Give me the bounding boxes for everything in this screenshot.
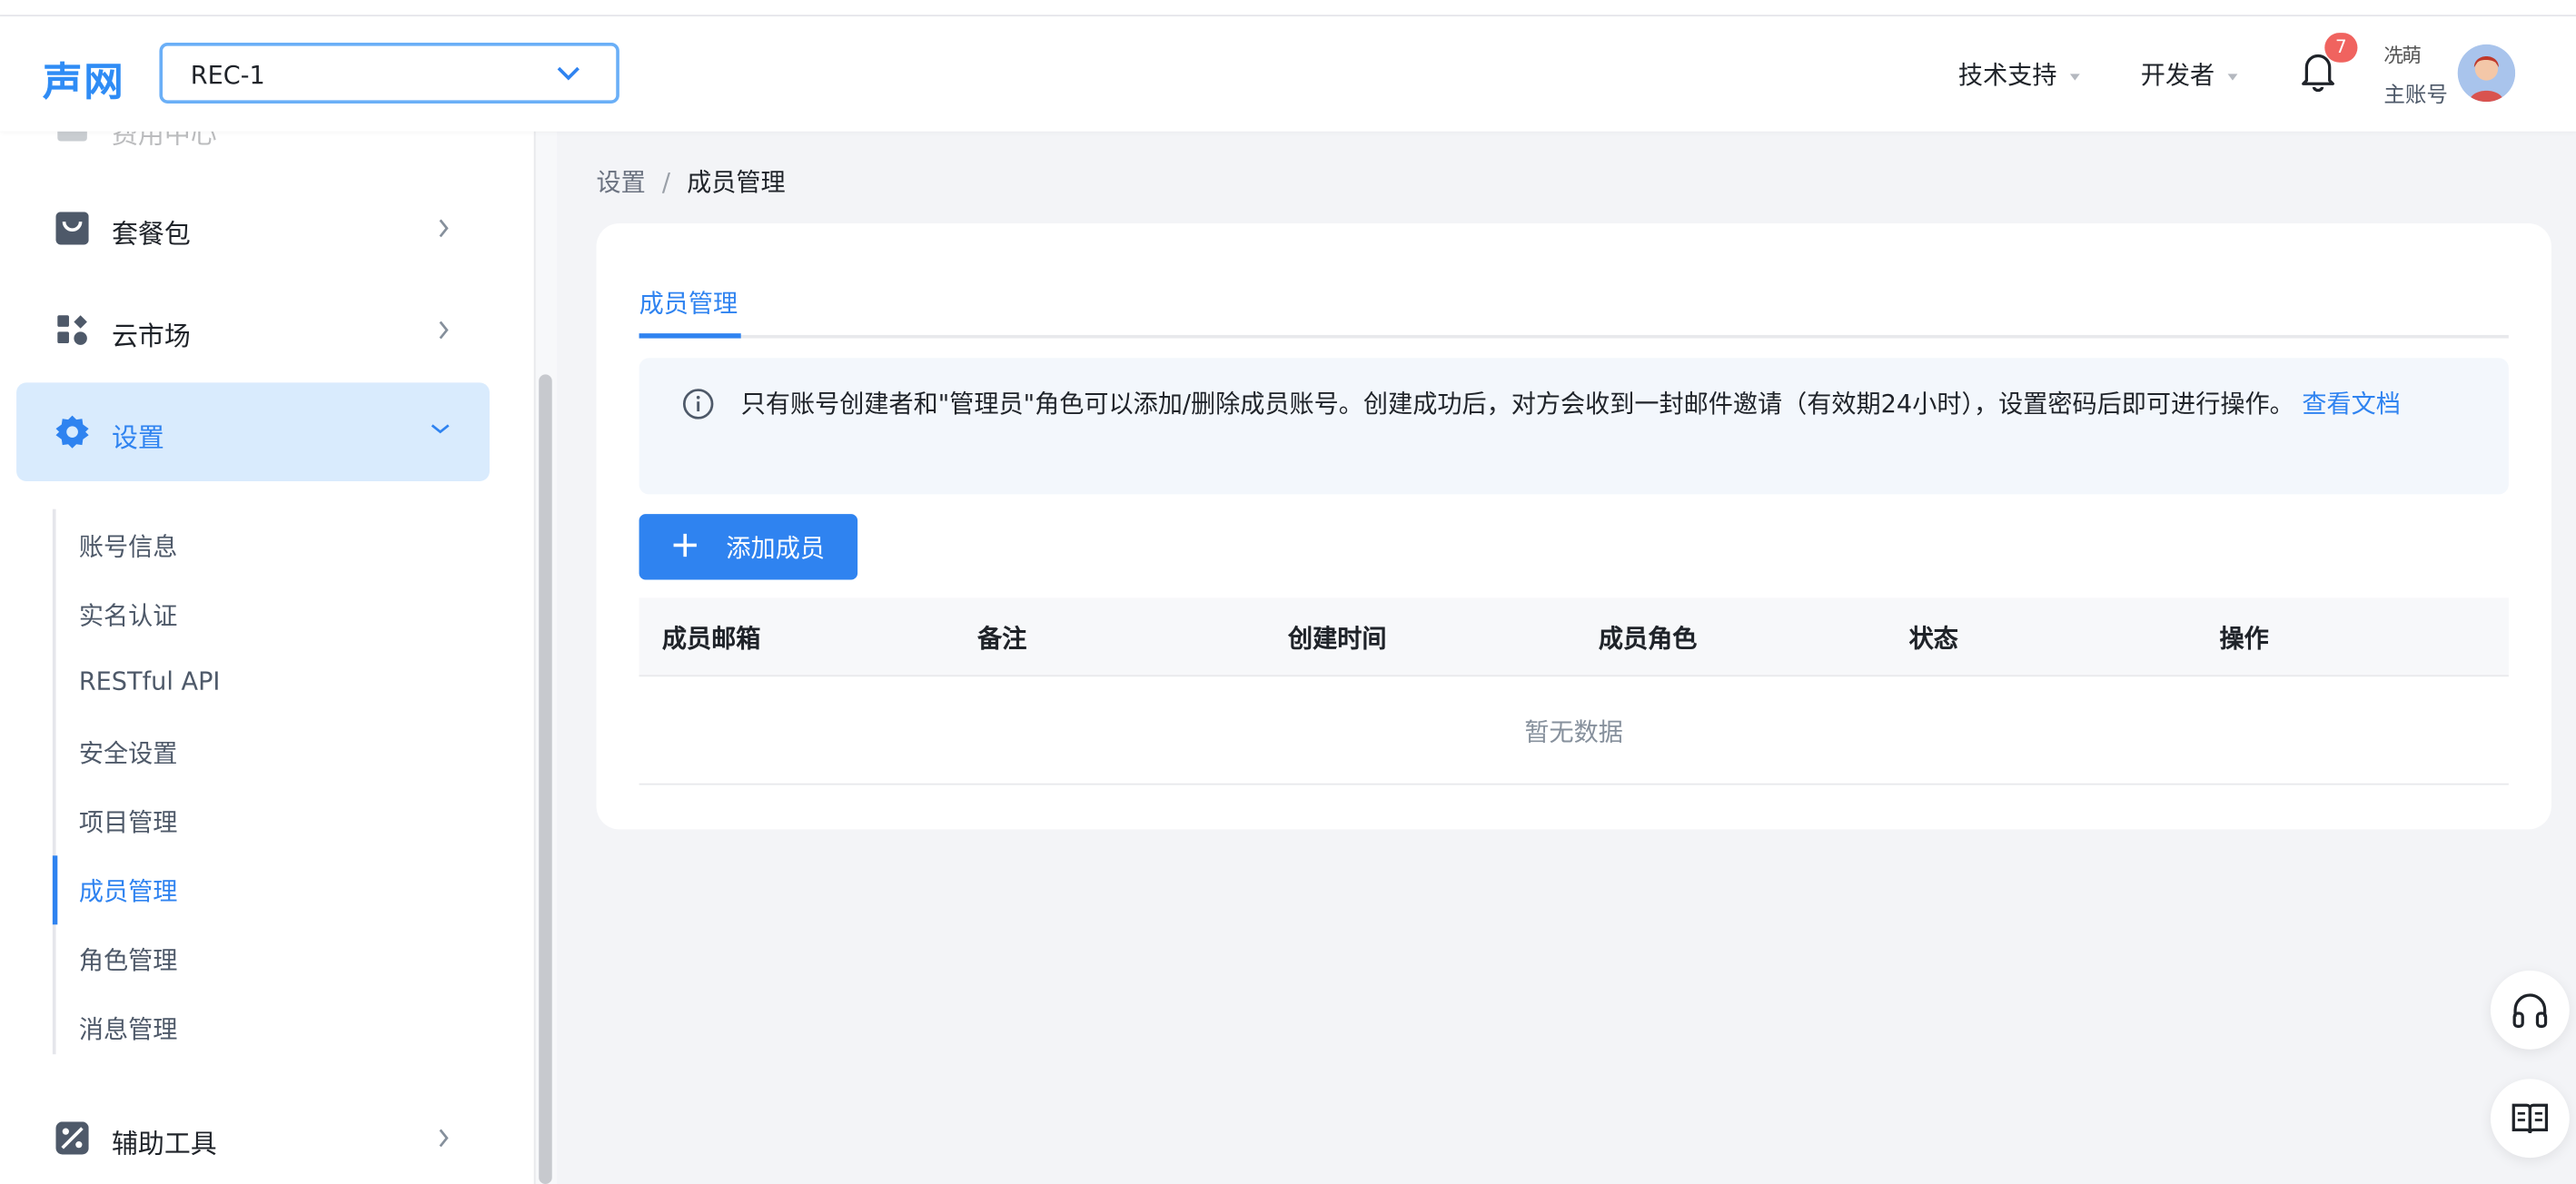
docs-link[interactable]: 查看文档 bbox=[2302, 390, 2401, 419]
add-member-button[interactable]: 添加成员 bbox=[639, 514, 858, 580]
chevron-down-icon bbox=[431, 424, 450, 434]
chevron-right-icon bbox=[439, 321, 449, 340]
sidebar-item-marketplace[interactable]: 云市场 bbox=[16, 281, 490, 380]
user-role: 主账号 bbox=[2383, 84, 2448, 109]
sidebar-item-label: 费用中心 bbox=[111, 131, 217, 150]
sidebar-subitem-roles[interactable]: 角色管理 bbox=[79, 942, 178, 977]
breadcrumb: 设置 / 成员管理 bbox=[597, 164, 786, 199]
chevron-right-icon bbox=[439, 219, 449, 238]
avatar[interactable] bbox=[2457, 44, 2516, 103]
nav-developer[interactable]: 开发者 bbox=[2141, 57, 2238, 92]
notice-text-block: 只有账号创建者和"管理员"角色可以添加/删除成员账号。创建成功后，对方会收到一封… bbox=[741, 384, 2433, 423]
sidebar-item-label: 套餐包 bbox=[111, 218, 191, 250]
avatar-image bbox=[2457, 44, 2516, 103]
book-icon bbox=[2512, 1103, 2549, 1134]
sidebar-subitem-messages[interactable]: 消息管理 bbox=[79, 1011, 178, 1046]
column-header-email: 成员邮箱 bbox=[661, 624, 761, 654]
sidebar-subitem-restful-api[interactable]: RESTful API bbox=[79, 666, 221, 696]
breadcrumb-parent[interactable]: 设置 bbox=[597, 167, 646, 197]
submenu-active-indicator bbox=[52, 855, 58, 925]
top-strip bbox=[0, 0, 2576, 17]
user-name[interactable]: 冼萌 bbox=[2383, 41, 2422, 69]
empty-state: 暂无数据 bbox=[639, 676, 2509, 785]
plus-icon bbox=[673, 533, 697, 557]
caret-down-icon bbox=[2069, 73, 2080, 80]
tab-divider bbox=[639, 334, 2509, 339]
sidebar-subitem-verification[interactable]: 实名认证 bbox=[79, 597, 178, 632]
sidebar-scrollbar-thumb[interactable] bbox=[539, 374, 552, 1184]
chevron-down-icon bbox=[557, 66, 580, 81]
chevron-right-icon bbox=[439, 1129, 449, 1148]
support-float-button[interactable] bbox=[2490, 970, 2570, 1050]
logo[interactable]: 声网 bbox=[43, 49, 124, 106]
nav-support[interactable]: 技术支持 bbox=[1958, 57, 2080, 92]
tab-active-underline bbox=[639, 333, 741, 339]
sidebar-item-billing[interactable]: 费用中心 bbox=[16, 131, 490, 178]
bag-icon bbox=[55, 212, 89, 245]
table-header: 成员邮箱 备注 创建时间 成员角色 状态 操作 bbox=[639, 597, 2509, 677]
notice-text: 只有账号创建者和"管理员"角色可以添加/删除成员账号。创建成功后，对方会收到一封… bbox=[740, 389, 2294, 419]
column-header-created: 创建时间 bbox=[1287, 624, 1387, 654]
column-header-status: 状态 bbox=[1908, 624, 1958, 654]
sidebar-subitem-security[interactable]: 安全设置 bbox=[79, 735, 178, 770]
docs-float-button[interactable] bbox=[2490, 1079, 2570, 1159]
sidebar-item-tools[interactable]: 辅助工具 bbox=[16, 1089, 490, 1184]
tools-icon bbox=[55, 1121, 89, 1155]
billing-icon bbox=[57, 131, 87, 142]
project-select-value: REC-1 bbox=[190, 60, 265, 91]
breadcrumb-separator: / bbox=[661, 167, 671, 198]
nav-developer-label: 开发者 bbox=[2140, 60, 2215, 91]
sidebar-subitem-members[interactable]: 成员管理 bbox=[79, 873, 178, 908]
tab-members[interactable]: 成员管理 bbox=[639, 286, 738, 321]
sidebar-item-label: 辅助工具 bbox=[111, 1128, 217, 1159]
caret-down-icon bbox=[2227, 73, 2238, 80]
header: 声网 REC-1 技术支持 开发者 7 冼萌 主账号 bbox=[0, 16, 2576, 132]
column-header-role: 成员角色 bbox=[1598, 624, 1698, 654]
headphones-icon bbox=[2512, 993, 2548, 1029]
sidebar-item-label: 云市场 bbox=[111, 320, 191, 352]
sidebar-item-settings[interactable]: 设置 bbox=[16, 382, 490, 481]
sidebar: 费用中心 套餐包 云市场 设置 账号信息 实名认证 RESTful API 安全… bbox=[0, 131, 534, 1184]
breadcrumb-current: 成员管理 bbox=[687, 167, 786, 198]
empty-text: 暂无数据 bbox=[1524, 717, 1623, 747]
column-header-actions: 操作 bbox=[2219, 624, 2269, 654]
sidebar-subitem-account-info[interactable]: 账号信息 bbox=[79, 528, 178, 563]
sidebar-subitem-projects[interactable]: 项目管理 bbox=[79, 804, 178, 839]
gear-icon bbox=[55, 415, 89, 449]
nav-support-label: 技术支持 bbox=[1957, 60, 2057, 91]
apps-icon bbox=[57, 315, 87, 345]
add-member-label: 添加成员 bbox=[726, 533, 825, 564]
column-header-note: 备注 bbox=[977, 624, 1027, 654]
sidebar-item-label: 设置 bbox=[111, 421, 164, 454]
notification-badge: 7 bbox=[2324, 33, 2358, 63]
info-notice: 只有账号创建者和"管理员"角色可以添加/删除成员账号。创建成功后，对方会收到一封… bbox=[639, 358, 2509, 495]
sidebar-item-packages[interactable]: 套餐包 bbox=[16, 179, 490, 278]
members-card: 成员管理 只有账号创建者和"管理员"角色可以添加/删除成员账号。创建成功后，对方… bbox=[596, 222, 2551, 830]
info-icon bbox=[682, 389, 714, 419]
submenu-rail bbox=[52, 508, 56, 1055]
project-select[interactable]: REC-1 bbox=[159, 43, 619, 104]
